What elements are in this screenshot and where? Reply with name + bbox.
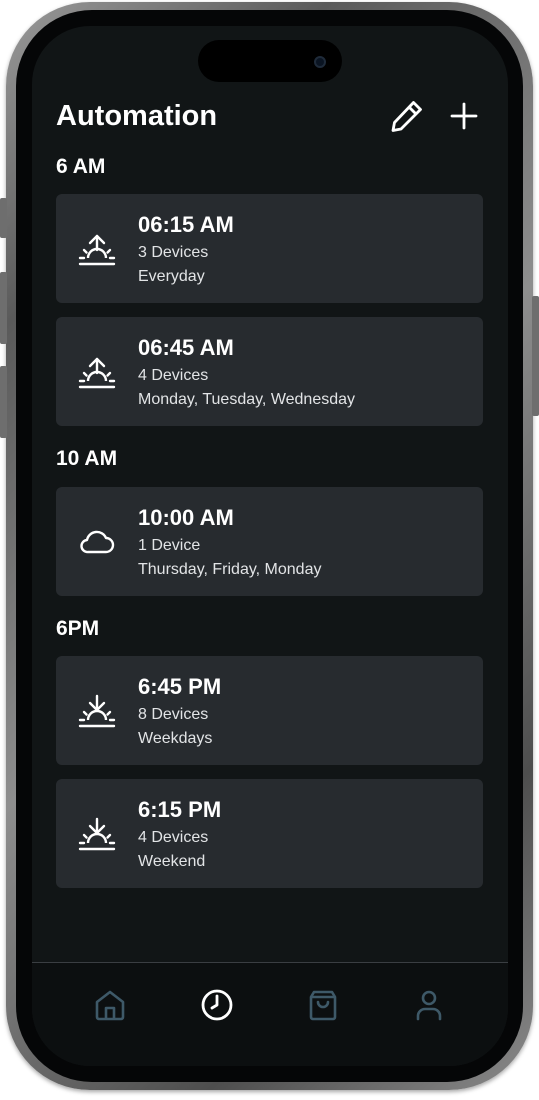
card-days: Weekdays — [138, 730, 213, 747]
card-time: 6:45 PM — [138, 674, 222, 699]
power-button — [532, 296, 539, 416]
card-devices: 4 Devices — [138, 367, 209, 384]
sunrise-icon — [78, 234, 116, 266]
card-time: 06:45 AM — [138, 335, 234, 360]
card-days: Thursday, Friday, Monday — [138, 561, 322, 578]
nav-automation[interactable] — [197, 985, 237, 1025]
front-camera — [314, 56, 326, 68]
cloud-icon — [80, 530, 115, 554]
card-days: Weekend — [138, 853, 206, 870]
header: Automation — [56, 98, 480, 138]
edit-button[interactable] — [389, 98, 425, 134]
volume-down-button — [0, 366, 7, 438]
automation-card[interactable]: 6:15 PM 4 Devices Weekend — [56, 779, 483, 888]
action-button — [0, 198, 7, 238]
page-title: Automation — [56, 100, 218, 132]
shopping-bag-icon — [309, 990, 337, 1021]
automation-card[interactable]: 06:45 AM 4 Devices Monday, Tuesday, Wedn… — [56, 317, 483, 426]
nav-home[interactable] — [90, 985, 130, 1025]
sunset-icon — [78, 817, 116, 851]
home-icon — [95, 990, 125, 1021]
card-time: 10:00 AM — [138, 505, 234, 530]
bottom-nav — [32, 962, 508, 1066]
screen: Automation 6 AM 06:15 AM 3 Devices Every… — [32, 26, 508, 1066]
card-time: 06:15 AM — [138, 212, 234, 237]
dynamic-island — [198, 40, 342, 82]
nav-profile[interactable] — [409, 985, 449, 1025]
plus-icon — [450, 102, 478, 130]
pencil-icon — [391, 101, 422, 132]
nav-shop[interactable] — [303, 985, 343, 1025]
clock-icon — [201, 989, 233, 1021]
section-label-6pm: 6PM — [56, 617, 100, 640]
card-devices: 1 Device — [138, 537, 201, 554]
card-devices: 3 Devices — [138, 244, 209, 261]
section-label-6am: 6 AM — [56, 155, 106, 178]
card-days: Everyday — [138, 268, 205, 285]
sunset-icon — [78, 694, 116, 728]
card-devices: 4 Devices — [138, 829, 209, 846]
card-devices: 8 Devices — [138, 706, 209, 723]
card-days: Monday, Tuesday, Wednesday — [138, 391, 356, 408]
card-time: 6:15 PM — [138, 797, 222, 822]
user-icon — [416, 990, 442, 1021]
sunrise-icon — [78, 357, 116, 389]
automation-card[interactable]: 6:45 PM 8 Devices Weekdays — [56, 656, 483, 765]
section-label-10am: 10 AM — [56, 447, 118, 470]
automation-card[interactable]: 10:00 AM 1 Device Thursday, Friday, Mond… — [56, 487, 483, 596]
add-button[interactable] — [446, 98, 482, 134]
automation-card[interactable]: 06:15 AM 3 Devices Everyday — [56, 194, 483, 303]
volume-up-button — [0, 272, 7, 344]
